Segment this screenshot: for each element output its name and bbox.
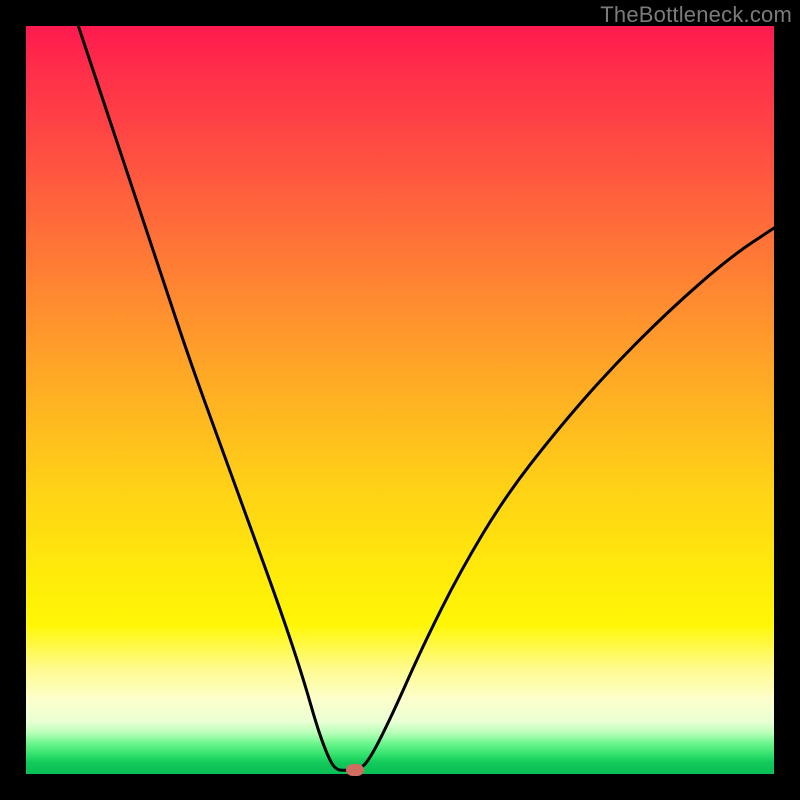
watermark-text: TheBottleneck.com — [600, 2, 792, 28]
curve-svg — [26, 26, 774, 774]
optimum-marker — [346, 764, 364, 776]
plot-area — [26, 26, 774, 774]
chart-container: TheBottleneck.com — [0, 0, 800, 800]
bottleneck-curve — [78, 26, 774, 770]
